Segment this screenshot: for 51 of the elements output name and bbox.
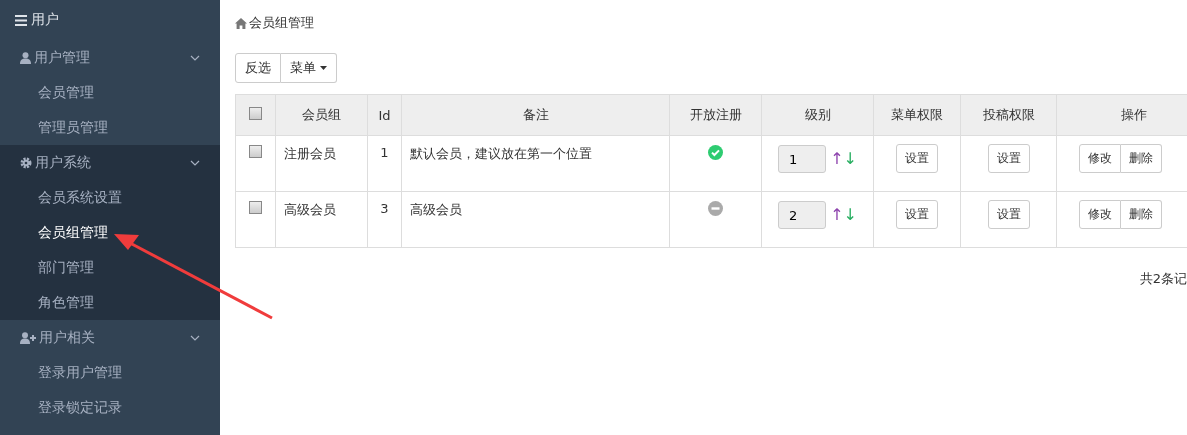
edit-button[interactable]: 修改 xyxy=(1079,144,1121,173)
sidebar-group-header[interactable]: 用户管理 xyxy=(0,40,220,75)
user-icon xyxy=(20,51,31,64)
table-cell: 1 xyxy=(367,135,402,192)
checkbox[interactable] xyxy=(249,145,262,158)
table-cell: 注册会员 xyxy=(275,135,368,192)
record-count: 共2条记 xyxy=(1139,271,1187,286)
user-plus-icon xyxy=(20,331,36,344)
sidebar-item[interactable]: 登录锁定记录 xyxy=(0,390,220,425)
sidebar-item[interactable]: 会员组管理 xyxy=(0,215,220,250)
sidebar-item[interactable]: 管理员管理 xyxy=(0,110,220,145)
menu-icon[interactable] xyxy=(15,14,27,26)
home-icon xyxy=(235,17,247,29)
table-cell: 默认会员，建议放在第一个位置 xyxy=(401,135,670,192)
column-header: Id xyxy=(367,94,402,136)
move-up-button[interactable]: ↑ xyxy=(830,204,844,224)
column-header: 级别 xyxy=(761,94,874,136)
sidebar-item[interactable]: 会员系统设置 xyxy=(0,180,220,215)
level-field[interactable]: 2 xyxy=(778,201,826,229)
level-field[interactable]: 1 xyxy=(778,145,826,173)
delete-button[interactable]: 删除 xyxy=(1121,144,1162,173)
column-header: 备注 xyxy=(401,94,670,136)
invert-selection-button[interactable]: 反选 xyxy=(235,53,281,83)
gear-icon xyxy=(20,156,32,169)
column-header: 菜单权限 xyxy=(873,94,961,136)
menu-permission-button[interactable]: 设置 xyxy=(896,144,938,173)
edit-button[interactable]: 修改 xyxy=(1079,200,1121,229)
menu-button[interactable]: 菜单 xyxy=(281,53,337,83)
table-cell: 3 xyxy=(367,191,402,248)
checkbox[interactable] xyxy=(249,107,262,120)
table-cell: 高级会员 xyxy=(401,191,670,248)
sidebar-item[interactable]: 角色管理 xyxy=(0,285,220,320)
sidebar-item[interactable]: 会员管理 xyxy=(0,75,220,110)
sidebar-group-header[interactable]: 用户相关 xyxy=(0,320,220,355)
column-header: 会员组 xyxy=(275,94,368,136)
column-header: 操作 xyxy=(1056,94,1187,136)
breadcrumb: 会员组管理 xyxy=(249,14,314,32)
sidebar-item[interactable]: 登录用户管理 xyxy=(0,355,220,390)
move-up-button[interactable]: ↑ xyxy=(830,148,844,168)
post-permission-button[interactable]: 设置 xyxy=(987,200,1030,229)
caret-icon xyxy=(320,66,327,70)
sidebar-title: 用户 xyxy=(31,11,59,29)
column-header: 投稿权限 xyxy=(960,94,1057,136)
sidebar-group-header[interactable]: 用户系统 xyxy=(0,145,220,180)
checkbox[interactable] xyxy=(249,201,262,214)
menu-permission-button[interactable]: 设置 xyxy=(896,200,938,229)
delete-button[interactable]: 删除 xyxy=(1121,200,1162,229)
sidebar-item[interactable]: 部门管理 xyxy=(0,250,220,285)
table-cell: 高级会员 xyxy=(275,191,368,248)
post-permission-button[interactable]: 设置 xyxy=(987,144,1030,173)
column-header: 开放注册 xyxy=(669,94,762,136)
